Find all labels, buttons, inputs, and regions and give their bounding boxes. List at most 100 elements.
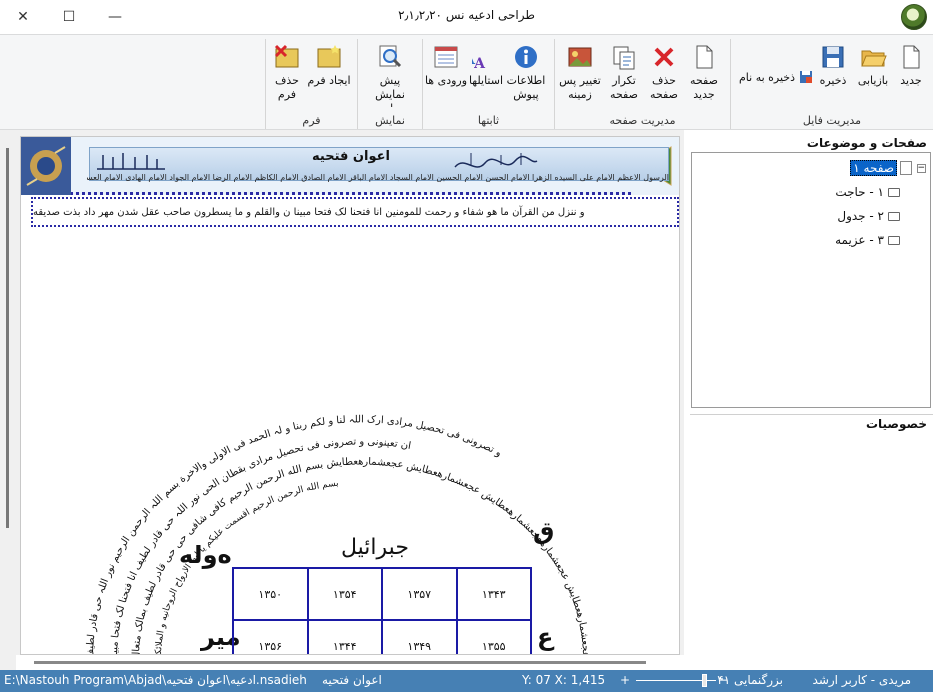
inputs-label: ورودی ها [424,74,468,87]
svg-text:A: A [473,56,486,71]
group-title: مدیریت صفحه [609,114,676,127]
create-form-label: ایجاد فرم [307,74,351,87]
group-title: ثابتها [477,114,500,127]
open-button-label: بازیابی [857,74,889,87]
tree-item-label: ۱ - حاجت [835,185,884,199]
section-icon [888,235,900,245]
group-page-management: صفحه جدید حذف صفحه تکرار صفحه تغییر پس ز… [554,39,730,129]
duplicate-icon [613,46,635,70]
save-as-icon [800,71,812,83]
tree-root-label[interactable]: صفحه ۱ [850,160,897,176]
group-title: مدیریت فایل [802,114,862,127]
grid-cell[interactable]: ۱۳۵۷ [381,567,458,621]
grid-cell[interactable]: ۱۳۵۶ [232,619,309,654]
design-canvas[interactable]: اعوان فتحیه الرسول الاعظم الامام علی الس… [16,130,684,655]
new-file-icon [903,45,920,69]
picture-icon [568,47,592,67]
form-list-icon [434,46,458,68]
group-title: فرم [302,114,321,127]
document-title: اعوان فتحیه [312,149,390,164]
imams-line: الرسول الاعظم الامام علی السیده الزهرا ا… [87,173,669,182]
tree-item[interactable]: ۱ - حاجت [835,183,900,201]
side-word-right: ق [533,517,555,545]
tree-item[interactable]: ۳ - عزیمه [835,231,900,249]
grid-cell[interactable]: ۱۳۴۹ [381,619,458,654]
scrollbar-thumb[interactable] [34,661,646,664]
folder-open-icon [861,50,887,67]
delete-form-button[interactable]: حذف فرم [265,43,309,107]
grid-cell[interactable]: ۱۳۴۴ [306,619,383,654]
new-page-button[interactable]: صفحه جدید [682,43,726,107]
horizontal-scrollbar[interactable] [30,659,650,665]
new-button-label: جدید [900,74,922,87]
inputs-button[interactable]: ورودی ها [424,43,468,107]
tree-item-label: ۳ - عزیمه [835,233,884,247]
delete-form-label: حذف فرم [275,74,299,101]
zoom-out-icon[interactable]: − [718,673,728,687]
styles-button[interactable]: AA استایلها [464,43,508,107]
group-title: نمایش [375,114,405,127]
new-form-icon [317,45,341,68]
info-button[interactable]: اطلاعات پیوش [504,43,548,107]
status-bar: مریدی - کاربر ارشد بزرگنمایی ۴۱ + − Y: 0… [0,670,933,692]
magnifier-icon [379,45,402,68]
side-word-left: ه‌وله [179,541,232,569]
group-form: ایجاد فرم حذف فرم فرم [265,39,357,129]
grid-cell[interactable]: ۱۳۵۰ [232,567,309,621]
pages-panel-title: صفحات و موضوعات [806,136,927,150]
arch-text-outer: عجعشمارهعطایش عجعشمارهعجعشمارهعطایش عجعش… [21,229,28,232]
divider [690,414,933,415]
delete-page-label: حذف صفحه [650,74,678,101]
change-background-button[interactable]: تغییر پس زمینه [558,43,602,107]
zoom-in-icon[interactable]: + [620,673,630,687]
print-preview-button[interactable]: پیش نمایش چاپ [368,43,412,107]
grid-cell[interactable]: ۱۳۵۵ [455,619,532,654]
table-row: ۱۳۵۰ ۱۳۵۴ ۱۳۵۷ ۱۳۴۳ [232,567,532,621]
document-page[interactable]: اعوان فتحیه الرسول الاعظم الامام علی الس… [20,136,680,655]
duplicate-page-button[interactable]: تکرار صفحه [602,43,646,107]
status-user: مریدی - کاربر ارشد [812,673,911,687]
section-icon [888,211,900,221]
change-background-label: تغییر پس زمینه [559,74,601,101]
save-as-button[interactable]: ذخیره به نام [739,67,813,87]
new-button[interactable]: جدید [889,43,933,107]
scrollbar-thumb[interactable] [6,148,9,528]
tree-item-label: ۲ - جدول [837,209,884,223]
grid-cell[interactable]: ۱۳۴۳ [455,567,532,621]
delete-page-button[interactable]: حذف صفحه [642,43,686,107]
side-panel: صفحات و موضوعات − صفحه ۱ ۱ - حاجت ۲ - جد… [690,130,933,670]
title-bar: ✕ ☐ — طراحی ادعیه نس ۲٫۱٫۲٫۲۰ [0,0,933,34]
table-row: ۱۳۵۶ ۱۳۴۴ ۱۳۴۹ ۱۳۵۵ [232,619,532,654]
zoom-slider-thumb[interactable] [702,674,707,687]
info-label: اطلاعات پیوش [506,74,546,101]
new-page-label: صفحه جدید [690,74,718,101]
tree-item[interactable]: ۲ - جدول [837,207,900,225]
document-header: اعوان فتحیه الرسول الاعظم الامام علی الس… [21,137,679,195]
page-icon [696,45,713,69]
number-grid[interactable]: ۱۳۵۰ ۱۳۵۴ ۱۳۵۷ ۱۳۴۳ ۱۳۵۶ ۱۳۴۴ ۱۳۴۹ ۱۳۵۵ [232,567,532,654]
app-logo-icon [901,4,927,30]
save-as-label: ذخیره به نام [738,70,795,84]
delete-form-icon [274,44,299,68]
group-view: پیش نمایش چاپ نمایش [357,39,422,129]
ribbon: جدید بازیابی ذخیره ذخیره به نام مدیریت ف… [0,34,933,166]
grid-cell[interactable]: ۱۳۵۴ [306,567,383,621]
properties-panel-title: خصوصیات [865,417,927,431]
group-constants: اطلاعات پیوش AA استایلها ورودی ها ثابتها [422,39,554,129]
create-form-button[interactable]: ایجاد فرم [307,43,351,107]
delete-x-icon [654,47,674,67]
status-path: E:\Nastouh Program\Abjad\ادعیه\اعوان فتح… [4,673,307,687]
floppy-icon [822,46,844,68]
section-icon [888,187,900,197]
duplicate-page-label: تکرار صفحه [610,74,638,101]
group-file-management: جدید بازیابی ذخیره ذخیره به نام مدیریت ف… [730,39,933,129]
save-button-label: ذخیره [819,74,847,87]
open-button[interactable]: بازیابی [851,43,895,107]
pages-tree[interactable]: − صفحه ۱ ۱ - حاجت ۲ - جدول ۳ - عزیمه [691,152,931,408]
verse-box: و ننزل من القرآن ما هو شفاء و رحمت للموم… [31,197,679,227]
vertical-scrollbar[interactable] [0,130,16,670]
collapse-icon[interactable]: − [917,163,926,173]
print-preview-label: پیش نمایش چاپ [375,74,405,107]
save-button[interactable]: ذخیره [811,43,855,107]
tree-root[interactable]: − صفحه ۱ [850,159,926,177]
